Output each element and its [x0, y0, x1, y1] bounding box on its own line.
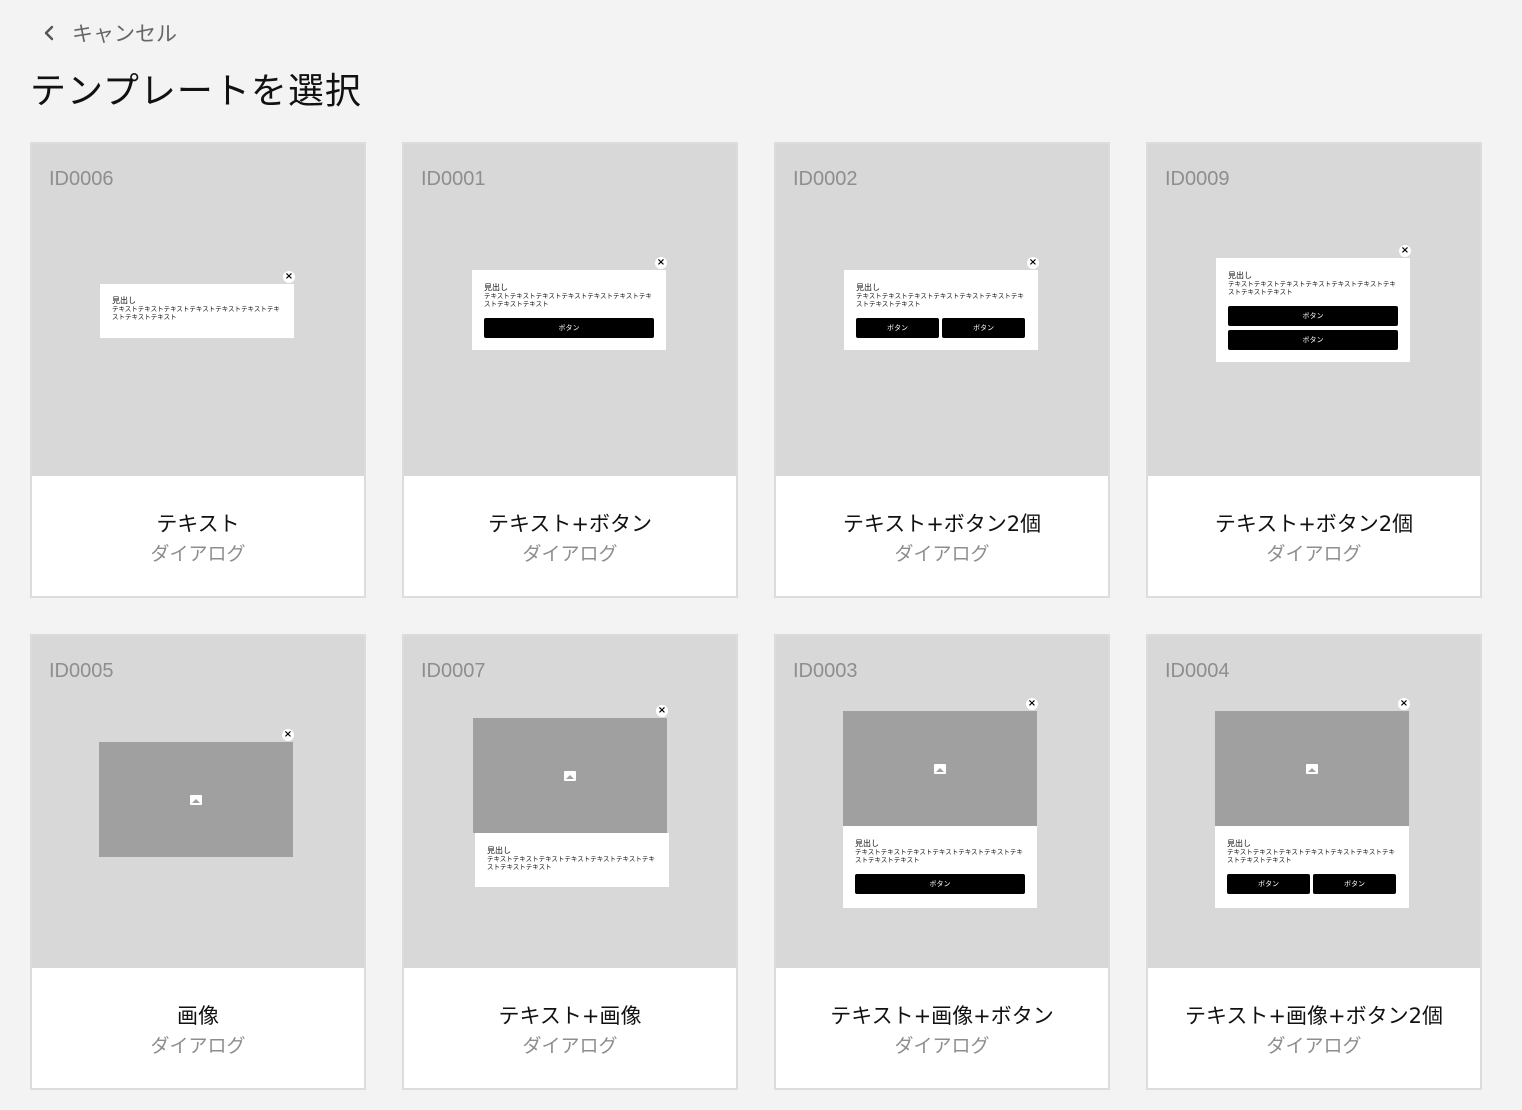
mock-button: ボタン — [942, 318, 1025, 338]
mock-text: テキストテキストテキストテキストテキストテキストテキストテキストテキスト — [855, 848, 1023, 864]
mock-button: ボタン — [1228, 306, 1398, 326]
template-card[interactable]: ID0009 見出し テキストテキストテキストテキストテキストテキストテキストテ… — [1146, 142, 1482, 598]
template-id: ID0007 — [421, 660, 486, 682]
mock-image — [99, 742, 293, 857]
template-type: ダイアログ — [522, 1035, 618, 1057]
close-icon: × — [656, 705, 668, 717]
template-preview: ID0004 見出し テキストテキストテキストテキストテキストテキストテキストテ… — [1148, 636, 1480, 968]
template-id: ID0001 — [421, 168, 486, 190]
template-id: ID0005 — [49, 660, 114, 682]
mock-button: ボタン — [1313, 874, 1396, 894]
image-icon — [1306, 763, 1318, 774]
template-name: テキスト+ボタン2個 — [842, 512, 1042, 536]
image-icon — [564, 770, 576, 781]
mock-button: ボタン — [1227, 874, 1310, 894]
template-preview: ID0001 見出し テキストテキストテキストテキストテキストテキストテキストテ… — [404, 144, 736, 476]
mock-heading: 見出し — [1228, 271, 1252, 280]
close-icon: × — [1026, 698, 1038, 710]
template-preview: ID0009 見出し テキストテキストテキストテキストテキストテキストテキストテ… — [1148, 144, 1480, 476]
template-preview: ID0006 見出し テキストテキストテキストテキストテキストテキストテキストテ… — [32, 144, 364, 476]
template-preview: ID0002 見出し テキストテキストテキストテキストテキストテキストテキストテ… — [776, 144, 1108, 476]
mock-heading: 見出し — [112, 296, 136, 305]
template-type: ダイアログ — [1266, 1035, 1362, 1057]
mock-button: ボタン — [856, 318, 939, 338]
close-icon: × — [282, 729, 294, 741]
template-name: テキスト — [156, 512, 240, 536]
mock-text: テキストテキストテキストテキストテキストテキストテキストテキストテキスト — [1227, 848, 1395, 864]
template-name: テキスト+ボタン — [488, 512, 652, 536]
mock-heading: 見出し — [855, 839, 879, 848]
mock-image — [473, 718, 667, 833]
template-type: ダイアログ — [894, 543, 990, 565]
mock-text: テキストテキストテキストテキストテキストテキストテキストテキストテキスト — [856, 292, 1024, 308]
close-icon: × — [1399, 245, 1411, 257]
template-preview: ID0005 × — [32, 636, 364, 968]
mock-text: テキストテキストテキストテキストテキストテキストテキストテキストテキスト — [487, 855, 655, 871]
template-type: ダイアログ — [1266, 543, 1362, 565]
template-id: ID0006 — [49, 168, 114, 190]
template-card[interactable]: ID0002 見出し テキストテキストテキストテキストテキストテキストテキストテ… — [774, 142, 1110, 598]
template-type: ダイアログ — [150, 1035, 246, 1057]
template-card[interactable]: ID0007 見出し テキストテキストテキストテキストテキストテキストテキストテ… — [402, 634, 738, 1090]
template-id: ID0002 — [793, 168, 858, 190]
mock-text: テキストテキストテキストテキストテキストテキストテキストテキストテキスト — [484, 292, 652, 308]
mock-dialog: 見出し テキストテキストテキストテキストテキストテキストテキストテキストテキスト… — [472, 270, 666, 350]
template-name: テキスト+画像+ボタン — [830, 1004, 1054, 1028]
template-card[interactable]: ID0001 見出し テキストテキストテキストテキストテキストテキストテキストテ… — [402, 142, 738, 598]
mock-image — [843, 711, 1037, 826]
template-name: テキスト+ボタン2個 — [1214, 512, 1414, 536]
template-preview: ID0007 見出し テキストテキストテキストテキストテキストテキストテキストテ… — [404, 636, 736, 968]
template-card[interactable]: ID0004 見出し テキストテキストテキストテキストテキストテキストテキストテ… — [1146, 634, 1482, 1090]
cancel-back-link[interactable]: キャンセル — [38, 18, 177, 48]
template-name: テキスト+画像+ボタン2個 — [1185, 1004, 1443, 1028]
template-card[interactable]: ID0006 見出し テキストテキストテキストテキストテキストテキストテキストテ… — [30, 142, 366, 598]
template-name: テキスト+画像 — [498, 1004, 642, 1028]
image-icon — [934, 763, 946, 774]
template-type: ダイアログ — [894, 1035, 990, 1057]
close-icon: × — [283, 271, 295, 283]
mock-heading: 見出し — [1227, 839, 1251, 848]
page-title: テンプレートを選択 — [30, 71, 362, 112]
mock-dialog: 見出し テキストテキストテキストテキストテキストテキストテキストテキストテキスト… — [844, 270, 1038, 350]
template-name: 画像 — [177, 1004, 219, 1028]
mock-heading: 見出し — [487, 846, 511, 855]
template-card[interactable]: ID0003 見出し テキストテキストテキストテキストテキストテキストテキストテ… — [774, 634, 1110, 1090]
mock-image — [1215, 711, 1409, 826]
template-id: ID0004 — [1165, 660, 1230, 682]
close-icon: × — [655, 257, 667, 269]
template-card[interactable]: ID0005 × 画像 ダイアログ — [30, 634, 366, 1090]
template-type: ダイアログ — [150, 543, 246, 565]
image-icon — [190, 794, 202, 805]
template-preview: ID0003 見出し テキストテキストテキストテキストテキストテキストテキストテ… — [776, 636, 1108, 968]
mock-heading: 見出し — [856, 283, 880, 292]
mock-text: テキストテキストテキストテキストテキストテキストテキストテキストテキスト — [1228, 280, 1396, 296]
mock-button: ボタン — [1228, 330, 1398, 350]
mock-button: ボタン — [484, 318, 654, 338]
template-id: ID0003 — [793, 660, 858, 682]
mock-dialog: 見出し テキストテキストテキストテキストテキストテキストテキストテキストテキスト… — [1216, 258, 1410, 362]
cancel-label: キャンセル — [72, 22, 177, 46]
template-id: ID0009 — [1165, 168, 1230, 190]
close-icon: × — [1027, 257, 1039, 269]
mock-dialog: 見出し テキストテキストテキストテキストテキストテキストテキストテキストテキスト — [475, 833, 669, 887]
mock-dialog: 見出し テキストテキストテキストテキストテキストテキストテキストテキストテキスト… — [843, 826, 1037, 908]
close-icon: × — [1398, 698, 1410, 710]
mock-dialog: 見出し テキストテキストテキストテキストテキストテキストテキストテキストテキスト… — [1215, 826, 1409, 908]
mock-text: テキストテキストテキストテキストテキストテキストテキストテキストテキスト — [112, 305, 280, 321]
mock-button: ボタン — [855, 874, 1025, 894]
mock-dialog: 見出し テキストテキストテキストテキストテキストテキストテキストテキストテキスト — [100, 284, 294, 338]
chevron-left-icon — [44, 25, 54, 41]
template-type: ダイアログ — [522, 543, 618, 565]
mock-heading: 見出し — [484, 283, 508, 292]
